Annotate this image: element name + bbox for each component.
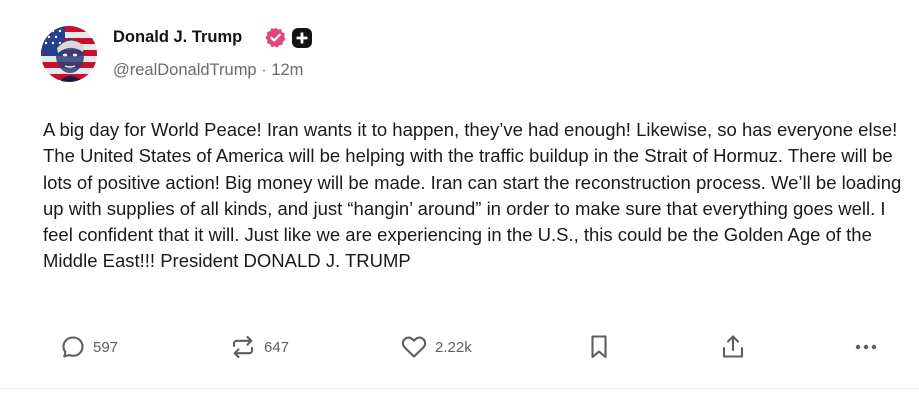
- more-icon: [855, 344, 877, 350]
- like-button[interactable]: 2.22k: [400, 332, 472, 362]
- post-body-text: A big day for World Peace! Iran wants it…: [43, 119, 902, 272]
- author-handle[interactable]: @realDonaldTrump: [113, 61, 257, 79]
- retruth-icon: [232, 335, 254, 359]
- more-options-button[interactable]: [852, 332, 880, 362]
- post-divider: [0, 388, 919, 389]
- author-meta: @realDonaldTrump · 12m: [113, 61, 303, 80]
- retruth-button[interactable]: 647: [229, 332, 289, 362]
- meta-separator: ·: [261, 61, 267, 79]
- reply-button[interactable]: 597: [60, 332, 118, 362]
- bookmark-button[interactable]: [587, 332, 611, 362]
- like-icon: [401, 336, 427, 358]
- share-button[interactable]: [720, 332, 746, 362]
- bookmark-icon: [591, 335, 607, 359]
- post-card: Donald J. Trump @realDonaldTrump · 12m A…: [0, 0, 919, 388]
- retruth-count: 647: [264, 338, 290, 356]
- avatar-image: [41, 26, 97, 82]
- reply-count: 597: [93, 338, 119, 356]
- avatar[interactable]: [41, 26, 97, 82]
- verified-badge-icon: [265, 27, 286, 48]
- reply-icon: [62, 336, 84, 358]
- share-icon: [722, 335, 744, 358]
- like-count: 2.22k: [435, 338, 472, 356]
- author-name[interactable]: Donald J. Trump: [113, 28, 242, 47]
- post-timestamp[interactable]: 12m: [271, 61, 303, 79]
- plus-badge-icon[interactable]: [291, 27, 313, 49]
